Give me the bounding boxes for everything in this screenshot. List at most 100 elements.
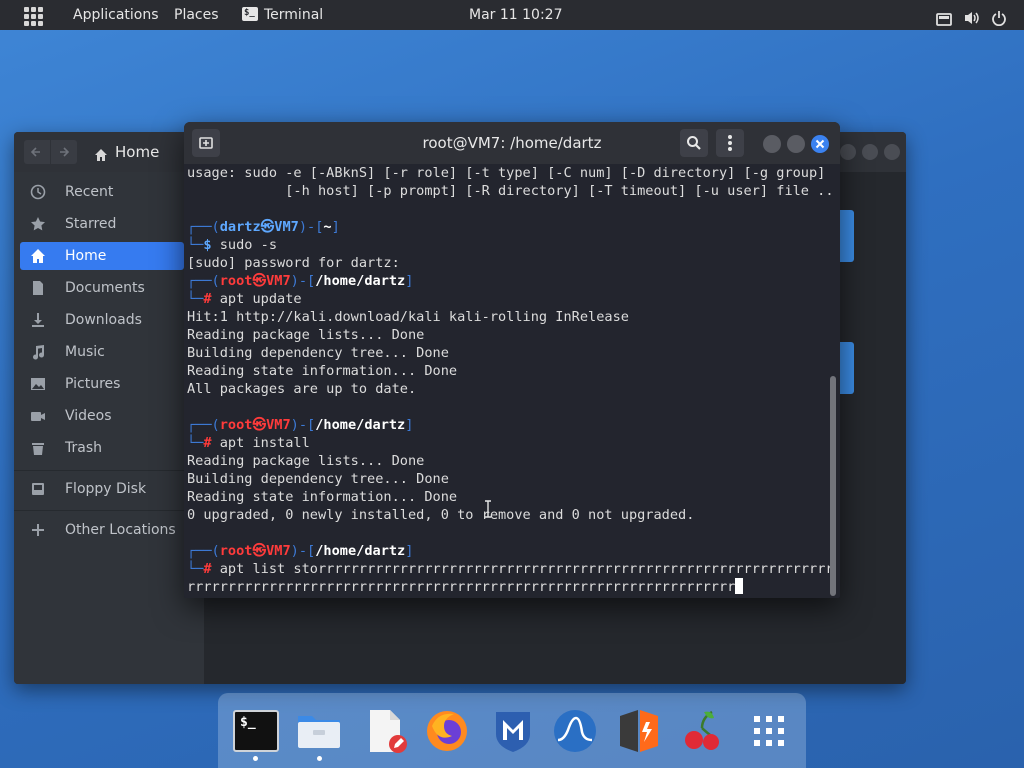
menu-button[interactable] — [716, 129, 744, 157]
path-bar-home[interactable]: Home — [86, 139, 186, 165]
files-icon[interactable] — [296, 708, 342, 754]
sidebar-label: Music — [65, 344, 105, 360]
sidebar-label: Home — [65, 248, 107, 264]
sidebar-label: Recent — [65, 184, 114, 200]
terminal-line: Building dependency tree... Done — [187, 345, 449, 361]
sidebar-label: Starred — [65, 216, 117, 232]
arrow-left-icon — [30, 147, 40, 157]
files-close-button[interactable] — [884, 144, 900, 160]
sidebar-item-starred[interactable]: Starred — [20, 210, 184, 238]
activities-grid-icon[interactable] — [24, 7, 43, 26]
document-icon — [33, 281, 43, 295]
cherrytree-icon[interactable] — [680, 708, 726, 754]
prompt-line: ┌──(root㉿VM7)-[/home/dartz] — [187, 543, 414, 559]
terminal-line: Building dependency tree... Done — [187, 471, 449, 487]
burpsuite-icon[interactable] — [616, 708, 662, 754]
command-line: └─# apt update — [187, 291, 302, 307]
text-editor-icon[interactable] — [364, 708, 410, 754]
places-menu[interactable]: Places — [174, 0, 219, 30]
maximize-button[interactable] — [787, 135, 805, 153]
location-label: Home — [115, 143, 160, 161]
terminal-line: Reading state information... Done — [187, 363, 458, 379]
files-sidebar: Recent Starred Home Documents Downloads … — [14, 172, 205, 684]
dock: $_ — [218, 693, 806, 768]
prompt-line: ┌──(root㉿VM7)-[/home/dartz] — [187, 417, 414, 433]
sidebar-item-documents[interactable]: Documents — [20, 274, 184, 302]
app-grid-icon[interactable] — [746, 708, 792, 754]
files-maximize-button[interactable] — [862, 144, 878, 160]
sidebar-label: Trash — [65, 440, 102, 456]
sidebar-label: Floppy Disk — [65, 481, 147, 497]
metasploit-icon[interactable] — [490, 708, 536, 754]
sidebar-label: Other Locations — [65, 522, 176, 538]
video-icon — [31, 412, 45, 421]
search-button[interactable] — [680, 129, 708, 157]
volume-icon[interactable] — [963, 7, 981, 24]
sidebar-item-other-locations[interactable]: Other Locations — [20, 516, 184, 544]
terminal-icon[interactable]: $_ — [233, 710, 279, 752]
sidebar-item-floppy-disk[interactable]: Floppy Disk — [20, 475, 184, 503]
files-minimize-button[interactable] — [840, 144, 856, 160]
command-line: └─# apt install — [187, 435, 310, 451]
minimize-button[interactable] — [763, 135, 781, 153]
plus-icon — [32, 524, 44, 536]
terminal-headerbar: root@VM7: /home/dartz — [184, 122, 840, 164]
back-button[interactable] — [24, 140, 50, 164]
terminal-line: [-h host] [-p prompt] [-R directory] [-T… — [187, 183, 834, 199]
applications-menu[interactable]: Applications — [73, 0, 159, 30]
terminal-line: Reading state information... Done — [187, 489, 458, 505]
sidebar-divider — [14, 510, 204, 511]
sidebar-divider — [14, 470, 204, 471]
picture-icon — [31, 378, 45, 390]
forward-button[interactable] — [51, 140, 77, 164]
close-button[interactable] — [811, 135, 829, 153]
terminal-small-icon: $_ — [242, 7, 258, 21]
wireshark-icon[interactable] — [552, 708, 598, 754]
terminal-line: Hit:1 http://kali.download/kali kali-rol… — [187, 309, 629, 325]
sidebar-item-videos[interactable]: Videos — [20, 402, 184, 430]
command-line-wrap: rrrrrrrrrrrrrrrrrrrrrrrrrrrrrrrrrrrrrrrr… — [187, 578, 744, 596]
cursor — [735, 578, 744, 594]
sidebar-item-trash[interactable]: Trash — [20, 434, 184, 462]
music-icon — [33, 345, 45, 360]
kebab-menu-icon — [728, 135, 732, 151]
terminal-line: Reading package lists... Done — [187, 327, 425, 343]
sidebar-item-music[interactable]: Music — [20, 338, 184, 366]
sidebar-label: Downloads — [65, 312, 142, 328]
terminal-app-label: Terminal — [264, 7, 324, 23]
running-indicator — [253, 756, 258, 761]
clock[interactable]: Mar 11 10:27 — [469, 0, 562, 30]
terminal-scrollbar[interactable] — [830, 376, 836, 596]
sidebar-item-recent[interactable]: Recent — [20, 178, 184, 206]
command-line: └─$ sudo -s — [187, 237, 278, 253]
search-icon — [687, 136, 701, 150]
terminal-line: All packages are up to date. — [187, 381, 417, 397]
terminal-line: Reading package lists... Done — [187, 453, 425, 469]
sidebar-label: Pictures — [65, 376, 121, 392]
power-icon[interactable] — [991, 7, 1007, 27]
terminal-line: [sudo] password for dartz: — [187, 255, 400, 271]
star-icon — [31, 217, 45, 231]
running-indicator — [317, 756, 322, 761]
home-icon — [94, 144, 108, 170]
terminal-app-menu[interactable]: $_ Terminal — [242, 0, 323, 30]
terminal-output[interactable]: usage: sudo -e [-ABknS] [-r role] [-t ty… — [184, 164, 834, 598]
sidebar-item-pictures[interactable]: Pictures — [20, 370, 184, 398]
sidebar-item-home[interactable]: Home — [20, 242, 184, 270]
clock-icon — [30, 184, 46, 200]
top-panel: Applications Places $_ Terminal Mar 11 1… — [0, 0, 1024, 30]
prompt-line: ┌──(root㉿VM7)-[/home/dartz] — [187, 273, 414, 289]
command-line: └─# apt list storrrrrrrrrrrrrrrrrrrrrrrr… — [187, 561, 834, 577]
text-cursor-icon — [484, 500, 492, 518]
terminal-line: usage: sudo -e [-ABknS] [-r role] [-t ty… — [187, 165, 826, 181]
sidebar-label: Videos — [65, 408, 112, 424]
firefox-icon[interactable] — [424, 708, 470, 754]
close-icon — [815, 139, 825, 149]
screen-icon[interactable] — [936, 8, 952, 26]
prompt-line: ┌──(dartz㉿VM7)-[~] — [187, 219, 340, 235]
sidebar-item-downloads[interactable]: Downloads — [20, 306, 184, 334]
terminal-line: 0 upgraded, 0 newly installed, 0 to remo… — [187, 507, 695, 523]
sidebar-label: Documents — [65, 280, 145, 296]
trash-icon — [32, 443, 44, 455]
terminal-window: root@VM7: /home/dartz usage: sudo -e [-A… — [184, 122, 840, 598]
